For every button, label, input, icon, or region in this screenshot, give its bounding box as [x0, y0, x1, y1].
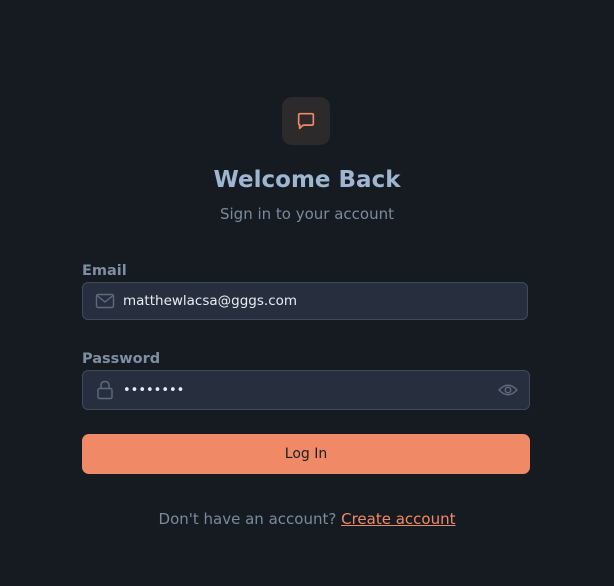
- page-title: Welcome Back: [213, 167, 401, 193]
- create-account-link[interactable]: Create account: [341, 510, 455, 528]
- password-label: Password: [82, 351, 161, 367]
- signup-prompt-text: Don't have an account?: [158, 510, 337, 528]
- lock-icon: [95, 380, 115, 400]
- email-label: Email: [82, 263, 127, 279]
- email-input[interactable]: [123, 283, 493, 319]
- login-page: Welcome Back Sign in to your account Ema…: [0, 0, 614, 586]
- password-input[interactable]: [123, 371, 493, 409]
- chat-bubble-icon: [295, 110, 317, 132]
- eye-icon[interactable]: [497, 379, 519, 401]
- login-button[interactable]: Log In: [82, 434, 530, 474]
- signup-prompt: Don't have an account? Create account: [0, 509, 614, 529]
- email-field[interactable]: [82, 282, 528, 320]
- page-subtitle: Sign in to your account: [219, 205, 394, 223]
- mail-icon: [95, 291, 115, 311]
- password-field[interactable]: [82, 370, 530, 410]
- app-logo: [282, 97, 330, 145]
